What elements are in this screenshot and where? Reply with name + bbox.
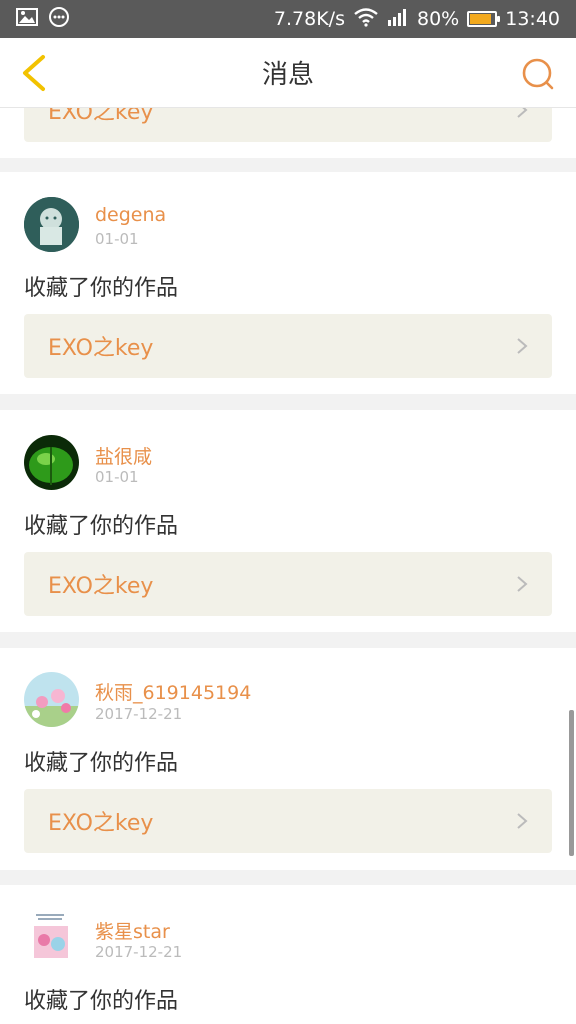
clock: 13:40 [505,8,560,30]
work-title: EXO之key [48,336,154,361]
list-item: 秋雨_619145194 2017-12-21 收藏了你的作品 EXO之key [0,648,576,870]
scrollbar[interactable] [569,710,574,856]
message-date: 2017-12-21 [95,943,183,961]
list-item: 盐很咸 01-01 收藏了你的作品 EXO之key [0,410,576,632]
message-date: 01-01 [95,230,139,248]
message-date: 01-01 [95,468,139,486]
action-text: 收藏了你的作品 [24,989,179,1014]
network-speed: 7.78K/s [273,8,345,30]
work-title: EXO之key [48,108,154,125]
work-link[interactable]: EXO之key [24,108,552,142]
username[interactable]: degena [95,204,166,226]
battery-fill [470,14,492,24]
chevron-right-icon [517,576,528,592]
chevron-right-icon [517,813,528,829]
avatar[interactable] [24,435,79,490]
action-text: 收藏了你的作品 [24,514,179,539]
avatar[interactable] [24,197,79,252]
username[interactable]: 秋雨_619145194 [95,678,251,705]
gallery-icon [16,7,38,31]
app-header: 消息 [0,38,576,108]
list-item: degena 01-01 收藏了你的作品 EXO之key [0,172,576,394]
wifi-icon [353,7,379,32]
avatar[interactable] [24,910,79,965]
page-title: 消息 [261,60,314,90]
work-link[interactable]: EXO之key [24,314,552,378]
status-left [16,6,70,33]
username[interactable]: 盐很咸 [95,442,152,469]
list-item: EXO之key [0,108,576,158]
back-button[interactable] [14,52,54,94]
work-title: EXO之key [48,811,154,836]
battery-percent: 80% [417,8,460,30]
action-text: 收藏了你的作品 [24,751,179,776]
username[interactable]: 紫星star [95,917,170,944]
search-button[interactable] [520,56,556,92]
chevron-left-icon [23,55,45,91]
message-list[interactable]: EXO之key degena 01-01 收藏了你的作品 EXO之key 盐很咸… [0,108,576,1024]
work-title: EXO之key [48,574,154,599]
status-right: 7.78K/s 80% 13:40 [274,7,560,32]
signal-icon [387,8,409,31]
action-text: 收藏了你的作品 [24,276,179,301]
work-link[interactable]: EXO之key [24,552,552,616]
message-date: 2017-12-21 [95,705,183,723]
status-bar: 7.78K/s 80% 13:40 [0,0,576,38]
work-link[interactable]: EXO之key [24,789,552,853]
avatar[interactable] [24,672,79,727]
search-icon [522,58,554,90]
chevron-right-icon [517,338,528,354]
battery-icon [467,11,501,27]
chevron-right-icon [517,108,528,118]
list-item: 紫星star 2017-12-21 收藏了你的作品 [0,885,576,1024]
chat-icon [48,6,70,33]
